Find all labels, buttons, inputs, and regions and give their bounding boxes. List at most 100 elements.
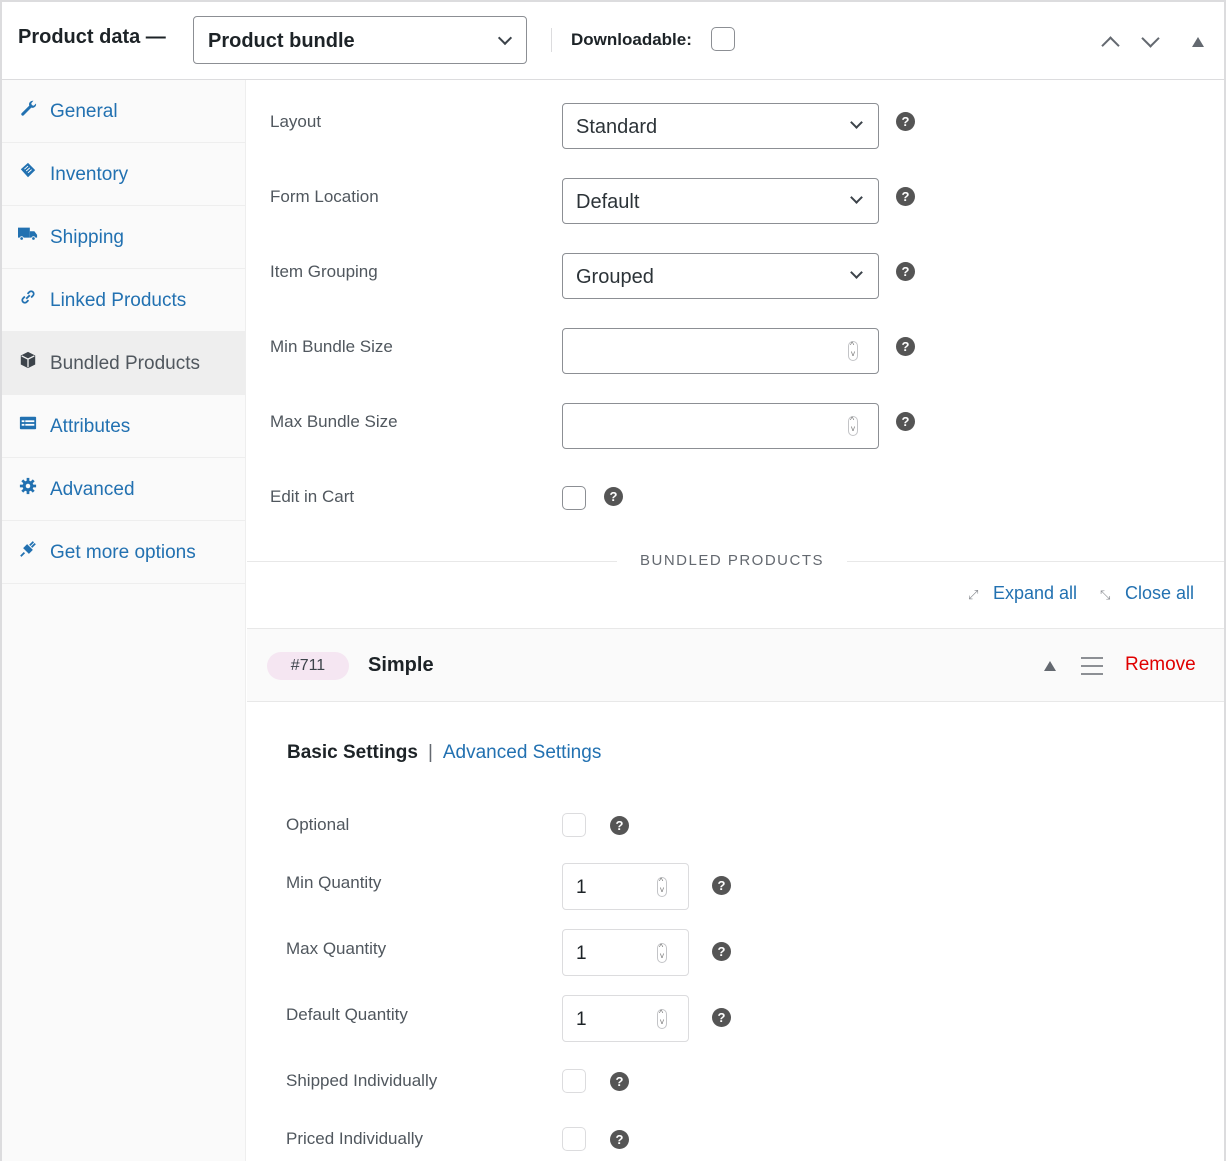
form-location-select[interactable]: Default bbox=[562, 178, 879, 224]
collapse-icon: ⤡ bbox=[1100, 587, 1111, 602]
help-icon[interactable]: ? bbox=[610, 1130, 629, 1149]
min-bundle-size-input[interactable] bbox=[562, 328, 879, 374]
default-quantity-value: 1 bbox=[576, 1009, 587, 1030]
tab-label: Get more options bbox=[50, 542, 196, 563]
product-data-panel: Product data — Product bundle Downloadab… bbox=[0, 0, 1226, 1161]
item-grouping-label: Item Grouping bbox=[270, 262, 378, 281]
min-quantity-input[interactable]: 1 bbox=[562, 863, 689, 910]
chevron-down-icon bbox=[497, 30, 513, 46]
max-bundle-size-label: Max Bundle Size bbox=[270, 412, 398, 431]
tag-icon bbox=[18, 161, 38, 181]
shipped-individually-checkbox[interactable] bbox=[562, 1069, 586, 1093]
remove-item-link[interactable]: Remove bbox=[1125, 654, 1196, 676]
item-settings-tabs: Basic Settings | Advanced Settings bbox=[287, 742, 601, 764]
form-location-label: Form Location bbox=[270, 187, 379, 206]
help-icon[interactable]: ? bbox=[712, 876, 731, 895]
item-grouping-select[interactable]: Grouped bbox=[562, 253, 879, 299]
optional-label: Optional bbox=[286, 815, 350, 834]
number-spinner[interactable] bbox=[657, 1008, 667, 1029]
number-spinner[interactable] bbox=[657, 876, 667, 897]
product-id-badge: #711 bbox=[267, 652, 349, 680]
collapse-toggle-button[interactable] bbox=[1186, 30, 1210, 54]
number-spinner[interactable] bbox=[657, 942, 667, 963]
chevron-down-icon bbox=[850, 266, 863, 279]
product-data-tabs: General Inventory Shipping Linked Produc… bbox=[2, 80, 246, 1161]
header-divider bbox=[551, 28, 552, 52]
product-type-select[interactable]: Product bundle bbox=[193, 16, 527, 64]
help-icon[interactable]: ? bbox=[896, 337, 915, 356]
panel-title: Product data — bbox=[18, 26, 166, 48]
priced-individually-checkbox[interactable] bbox=[562, 1127, 586, 1151]
product-type-value: Product bundle bbox=[208, 30, 355, 52]
help-icon[interactable]: ? bbox=[610, 1072, 629, 1091]
tab-label: Attributes bbox=[50, 416, 131, 437]
close-all-link[interactable]: Close all bbox=[1125, 583, 1194, 604]
tab-advanced-settings[interactable]: Advanced Settings bbox=[443, 742, 601, 763]
tab-linked-products[interactable]: Linked Products bbox=[2, 269, 245, 332]
tab-label: Shipping bbox=[50, 227, 124, 248]
layout-select[interactable]: Standard bbox=[562, 103, 879, 149]
drag-handle-icon[interactable] bbox=[1081, 657, 1103, 675]
edit-in-cart-label: Edit in Cart bbox=[270, 487, 355, 506]
move-down-icon[interactable] bbox=[1138, 30, 1162, 54]
bundled-products-heading: BUNDLED PRODUCTS bbox=[617, 552, 848, 569]
gear-icon bbox=[18, 476, 38, 496]
collapse-item-icon[interactable] bbox=[1044, 661, 1056, 671]
number-spinner[interactable] bbox=[848, 415, 858, 436]
number-spinner[interactable] bbox=[848, 340, 858, 361]
tab-inventory[interactable]: Inventory bbox=[2, 143, 245, 206]
plug-icon bbox=[18, 539, 38, 559]
wrench-icon bbox=[18, 98, 38, 118]
help-icon[interactable]: ? bbox=[896, 112, 915, 131]
max-quantity-value: 1 bbox=[576, 943, 587, 964]
move-up-icon[interactable] bbox=[1098, 30, 1122, 54]
item-grouping-value: Grouped bbox=[576, 266, 654, 288]
layout-label: Layout bbox=[270, 112, 322, 131]
tab-label: Inventory bbox=[50, 164, 129, 185]
bundled-products-options: Layout Standard ? Form Location Default … bbox=[247, 80, 1224, 1161]
product-data-header: Product data — Product bundle Downloadab… bbox=[2, 2, 1224, 80]
expand-all-link[interactable]: Expand all bbox=[993, 583, 1077, 604]
tab-label: Advanced bbox=[50, 479, 135, 500]
downloadable-checkbox[interactable] bbox=[711, 27, 735, 51]
min-bundle-size-label: Min Bundle Size bbox=[270, 337, 393, 356]
help-icon[interactable]: ? bbox=[896, 262, 915, 281]
min-quantity-label: Min Quantity bbox=[286, 873, 382, 892]
default-quantity-label: Default Quantity bbox=[286, 1005, 408, 1024]
tab-label: Linked Products bbox=[50, 290, 187, 311]
edit-in-cart-checkbox[interactable] bbox=[562, 486, 586, 510]
tab-advanced[interactable]: Advanced bbox=[2, 458, 245, 521]
box-icon bbox=[18, 350, 38, 370]
help-icon[interactable]: ? bbox=[712, 942, 731, 961]
expand-icon: ⤢ bbox=[968, 587, 979, 602]
help-icon[interactable]: ? bbox=[604, 487, 623, 506]
tab-label: General bbox=[50, 101, 118, 122]
tab-general[interactable]: General bbox=[2, 80, 245, 143]
max-quantity-input[interactable]: 1 bbox=[562, 929, 689, 976]
tab-label: Bundled Products bbox=[50, 353, 200, 374]
tab-basic-settings[interactable]: Basic Settings bbox=[287, 742, 418, 763]
default-quantity-input[interactable]: 1 bbox=[562, 995, 689, 1042]
downloadable-label: Downloadable: bbox=[571, 30, 692, 49]
max-bundle-size-input[interactable] bbox=[562, 403, 879, 449]
help-icon[interactable]: ? bbox=[896, 187, 915, 206]
list-card-icon bbox=[18, 413, 38, 433]
truck-icon bbox=[18, 224, 38, 244]
help-icon[interactable]: ? bbox=[610, 816, 629, 835]
chevron-down-icon bbox=[850, 116, 863, 129]
tab-shipping[interactable]: Shipping bbox=[2, 206, 245, 269]
tab-bundled-products[interactable]: Bundled Products bbox=[2, 332, 245, 395]
bundled-item-name: Simple bbox=[368, 654, 434, 676]
chevron-down-icon bbox=[850, 191, 863, 204]
priced-individually-label: Priced Individually bbox=[286, 1129, 424, 1148]
help-icon[interactable]: ? bbox=[896, 412, 915, 431]
shipped-individually-label: Shipped Individually bbox=[286, 1071, 438, 1090]
link-icon bbox=[18, 287, 38, 307]
layout-value: Standard bbox=[576, 116, 658, 138]
triangle-up-icon bbox=[1192, 37, 1204, 47]
bundled-item-header[interactable]: #711 Simple Remove bbox=[247, 628, 1224, 702]
tab-get-more-options[interactable]: Get more options bbox=[2, 521, 245, 584]
tab-attributes[interactable]: Attributes bbox=[2, 395, 245, 458]
optional-checkbox[interactable] bbox=[562, 813, 586, 837]
help-icon[interactable]: ? bbox=[712, 1008, 731, 1027]
